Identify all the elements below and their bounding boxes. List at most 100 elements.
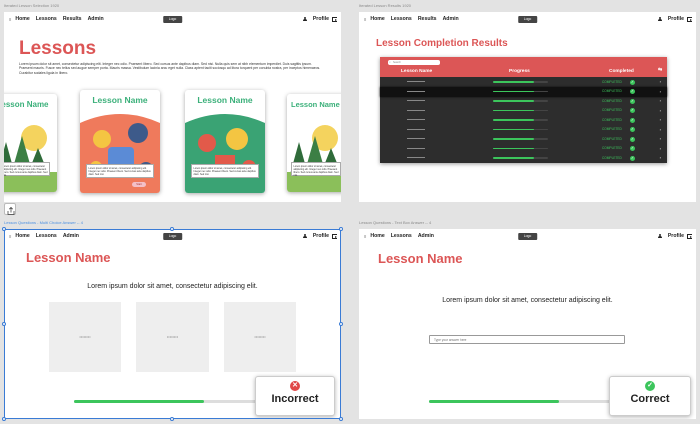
chevron-right-icon[interactable]: › bbox=[660, 127, 661, 132]
answer-text-input[interactable] bbox=[429, 335, 625, 344]
multi-choice-frame[interactable]: ≡ Home Lessons Admin Logo Profile Lesson… bbox=[4, 229, 341, 419]
search-input[interactable]: ⌕ Search bbox=[388, 60, 440, 65]
progress-bar bbox=[493, 138, 548, 140]
resize-handle[interactable] bbox=[339, 322, 343, 326]
nav-lessons[interactable]: Lessons bbox=[391, 16, 412, 22]
nav-home[interactable]: Home bbox=[15, 233, 29, 239]
progress-bar bbox=[493, 119, 548, 121]
user-icon[interactable] bbox=[657, 16, 665, 22]
progress-bar bbox=[493, 100, 548, 102]
table-row[interactable]: COMPLETED ✓ › bbox=[380, 153, 667, 163]
table-row[interactable]: COMPLETED ✓ › bbox=[380, 96, 667, 106]
col-progress[interactable]: Progress bbox=[509, 69, 530, 74]
table-row[interactable]: COMPLETED ✓ › bbox=[380, 106, 667, 116]
frame-label-selection[interactable]: Iterated Lesson Selection 1920 bbox=[4, 3, 59, 8]
logo[interactable]: Logo bbox=[162, 15, 183, 23]
status-badge: COMPLETED bbox=[602, 127, 622, 131]
lesson-title: Lesson Name bbox=[26, 250, 111, 265]
lesson-card-title: Lesson Name bbox=[291, 100, 340, 109]
chevron-right-icon[interactable]: › bbox=[660, 108, 661, 113]
user-icon[interactable] bbox=[657, 233, 665, 239]
share-icon[interactable] bbox=[4, 203, 16, 215]
results-title: Lesson Completion Results bbox=[376, 38, 508, 49]
nav-admin[interactable]: Admin bbox=[443, 16, 459, 22]
logout-icon[interactable] bbox=[687, 16, 692, 22]
lesson-card-description: Lorem ipsum dolor sit amet, consectetur … bbox=[86, 164, 154, 178]
menu-icon[interactable]: ≡ bbox=[9, 234, 11, 239]
nav-home[interactable]: Home bbox=[370, 16, 384, 22]
lesson-card[interactable]: Lesson Name Lorem ipsum dolor sit amet, … bbox=[287, 94, 341, 192]
chevron-right-icon[interactable]: › bbox=[660, 79, 661, 84]
nav-results[interactable]: Results bbox=[418, 16, 437, 22]
logout-icon[interactable] bbox=[332, 233, 337, 239]
status-badge: COMPLETED bbox=[602, 117, 622, 122]
resize-handle[interactable] bbox=[170, 227, 174, 231]
resize-handle[interactable] bbox=[2, 227, 6, 231]
menu-icon[interactable]: ≡ bbox=[364, 17, 366, 22]
frame-label-results[interactable]: Iterated Lesson Results 1920 bbox=[359, 3, 411, 8]
nav-admin[interactable]: Admin bbox=[63, 233, 79, 239]
nav-profile[interactable]: Profile bbox=[313, 233, 329, 239]
chevron-right-icon[interactable]: › bbox=[660, 98, 661, 103]
lesson-card[interactable]: Lesson Name Lorem ipsum dolor sit amet, … bbox=[4, 94, 57, 192]
table-row[interactable]: COMPLETED ✓ › bbox=[380, 115, 667, 125]
lesson-card-description: Lorem ipsum dolor sit amet, consectetur … bbox=[191, 164, 259, 178]
progress-bar bbox=[493, 147, 548, 150]
menu-icon[interactable]: ≡ bbox=[9, 17, 11, 22]
col-completed[interactable]: Completed bbox=[609, 69, 634, 74]
resize-handle[interactable] bbox=[339, 417, 343, 421]
forest-illustration bbox=[287, 112, 341, 192]
nav-lessons[interactable]: Lessons bbox=[391, 233, 412, 239]
chevron-right-icon[interactable]: › bbox=[660, 89, 661, 94]
logout-icon[interactable] bbox=[687, 233, 692, 239]
chevron-right-icon[interactable]: › bbox=[660, 146, 661, 151]
logo[interactable]: Logo bbox=[517, 15, 538, 23]
nav-admin[interactable]: Admin bbox=[418, 233, 434, 239]
user-icon[interactable] bbox=[302, 16, 310, 22]
resize-handle[interactable] bbox=[339, 227, 343, 231]
status-badge: COMPLETED bbox=[602, 89, 622, 93]
logo[interactable]: Logo bbox=[162, 232, 183, 240]
nav-lessons[interactable]: Lessons bbox=[36, 233, 57, 239]
chevron-right-icon[interactable]: › bbox=[660, 155, 661, 160]
lesson-card-featured[interactable]: Lesson Name Lorem ipsum dolor sit amet, … bbox=[80, 90, 160, 193]
top-nav: ≡ Home Lessons Admin Logo Profile bbox=[359, 229, 696, 243]
table-row[interactable]: COMPLETED ✓ › bbox=[380, 125, 667, 135]
answer-option-1[interactable]: •••••••• bbox=[49, 302, 121, 372]
chevron-right-icon[interactable]: › bbox=[660, 117, 661, 122]
col-lesson-name[interactable]: Lesson Name bbox=[401, 69, 432, 74]
frame-label-multi-choice[interactable]: Lesson Questions - Multi Choice Answer -… bbox=[4, 220, 83, 225]
correct-label: Correct bbox=[630, 393, 670, 405]
lesson-card[interactable]: Lesson Name Lorem ipsum dolor sit amet, … bbox=[185, 90, 265, 193]
lesson-card-description: Lorem ipsum dolor sit amet, consectetur … bbox=[4, 162, 50, 177]
table-row[interactable]: COMPLETED ✓ › bbox=[380, 134, 667, 144]
menu-icon[interactable]: ≡ bbox=[364, 234, 366, 239]
nav-profile[interactable]: Profile bbox=[668, 16, 684, 22]
nav-profile[interactable]: Profile bbox=[668, 233, 684, 239]
nav-lessons[interactable]: Lessons bbox=[36, 16, 57, 22]
answer-option-3[interactable]: •••••••• bbox=[224, 302, 296, 372]
lesson-card-description: Lorem ipsum dolor sit amet, consectetur … bbox=[291, 162, 341, 177]
resize-handle[interactable] bbox=[2, 322, 6, 326]
nav-home[interactable]: Home bbox=[15, 16, 29, 22]
logout-icon[interactable] bbox=[332, 16, 337, 22]
resize-handle[interactable] bbox=[2, 417, 6, 421]
nav-profile[interactable]: Profile bbox=[313, 16, 329, 22]
resize-handle[interactable] bbox=[170, 417, 174, 421]
user-icon[interactable] bbox=[302, 233, 310, 239]
start-button[interactable]: Start bbox=[132, 182, 146, 187]
filter-icon[interactable]: ⇆ bbox=[658, 67, 662, 73]
lesson-name-cell bbox=[407, 147, 425, 149]
nav-results[interactable]: Results bbox=[63, 16, 82, 22]
logo[interactable]: Logo bbox=[517, 232, 538, 240]
status-badge: COMPLETED bbox=[602, 136, 622, 141]
nav-admin[interactable]: Admin bbox=[88, 16, 104, 22]
table-row[interactable]: COMPLETED ✓ › bbox=[380, 86, 667, 97]
chevron-right-icon[interactable]: › bbox=[660, 136, 661, 141]
table-row[interactable]: COMPLETED ✓ › bbox=[380, 144, 667, 154]
frame-label-text-box[interactable]: Lesson Questions - Text Box Answer -- 4 bbox=[359, 220, 431, 225]
nav-home[interactable]: Home bbox=[370, 233, 384, 239]
table-row[interactable]: COMPLETED ✓ › bbox=[380, 77, 667, 87]
answer-option-2[interactable]: •••••••• bbox=[136, 302, 209, 372]
progress-bar bbox=[493, 90, 548, 93]
